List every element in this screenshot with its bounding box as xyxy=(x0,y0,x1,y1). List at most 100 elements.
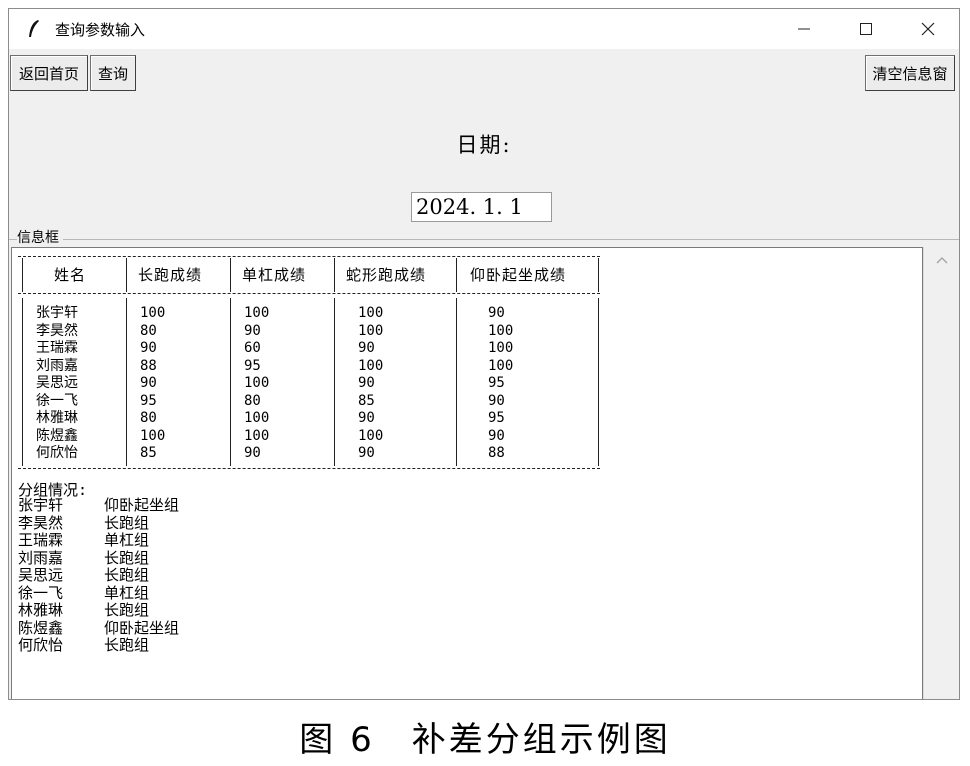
vertical-scrollbar[interactable] xyxy=(923,247,959,699)
grouping-group-name: 长跑组 xyxy=(104,513,150,532)
table-cell-score: 100 xyxy=(140,427,166,444)
table-cell-score: 90 xyxy=(244,445,261,461)
table-bottom-rule xyxy=(18,468,600,469)
info-frame-label: 信息框 xyxy=(17,227,63,247)
table-cell-score: 80 xyxy=(140,322,157,339)
table-cell-score: 100 xyxy=(358,357,384,374)
maximize-button[interactable] xyxy=(835,9,897,49)
close-button[interactable] xyxy=(897,9,959,49)
table-cell-name: 张宇轩 xyxy=(36,305,78,321)
info-text-area[interactable]: 姓名 长跑成绩 单杠成绩 蛇形跑成绩 仰卧起坐成绩 张宇轩 100 100 100 90… xyxy=(11,247,923,699)
grouping-group-name: 单杠组 xyxy=(104,583,150,602)
window-controls xyxy=(773,9,959,49)
table-cell-score: 90 xyxy=(140,340,157,356)
grouping-student-name: 张宇轩 xyxy=(18,496,64,514)
header-pull-up: 单杠成绩 xyxy=(242,266,307,284)
table-cell-score: 100 xyxy=(244,410,270,426)
table-cell-score: 100 xyxy=(488,357,514,374)
table-cell-score: 88 xyxy=(488,445,505,461)
table-cell-score: 90 xyxy=(358,340,375,356)
minimize-icon xyxy=(798,28,810,30)
column-separator xyxy=(126,258,127,292)
table-cell-score: 100 xyxy=(244,427,270,444)
minimize-button[interactable] xyxy=(773,9,835,49)
column-separator xyxy=(230,298,231,466)
table-cell-score: 90 xyxy=(358,375,375,391)
table-cell-score: 100 xyxy=(488,340,514,356)
table-cell-score: 80 xyxy=(140,410,157,426)
grouping-student-name: 刘雨嘉 xyxy=(18,548,64,567)
column-separator xyxy=(334,298,335,466)
column-separator xyxy=(598,298,599,466)
table-cell-score: 90 xyxy=(358,445,375,461)
table-cell-name: 刘雨嘉 xyxy=(36,357,78,374)
table-cell-score: 90 xyxy=(358,410,375,426)
grouping-group-name: 长跑组 xyxy=(104,548,150,567)
column-separator xyxy=(456,258,457,292)
info-frame-border xyxy=(9,239,959,240)
title-bar[interactable]: 查询参数输入 xyxy=(9,9,959,49)
chevron-up-icon[interactable] xyxy=(924,247,959,273)
table-cell-score: 60 xyxy=(244,340,261,356)
table-cell-score: 95 xyxy=(488,375,505,391)
grouping-student-name: 陈煜鑫 xyxy=(18,618,64,637)
header-zigzag-run: 蛇形跑成绩 xyxy=(346,266,427,284)
table-cell-score: 85 xyxy=(140,445,157,461)
query-button[interactable]: 查询 xyxy=(90,55,136,91)
date-input[interactable]: 2024. 1. 1 xyxy=(411,192,552,222)
date-label: 日期: xyxy=(456,133,512,157)
table-cell-score: 95 xyxy=(140,392,157,409)
table-cell-score: 100 xyxy=(358,427,384,444)
column-separator xyxy=(456,298,457,466)
grouping-group-name: 长跑组 xyxy=(104,636,150,654)
table-header-rule xyxy=(18,293,600,294)
table-top-rule xyxy=(18,256,600,257)
table-cell-score: 95 xyxy=(488,410,505,426)
table-cell-name: 李昊然 xyxy=(36,322,78,339)
table-cell-name: 徐一飞 xyxy=(36,392,78,409)
back-home-button[interactable]: 返回首页 xyxy=(10,55,88,91)
table-cell-score: 100 xyxy=(244,375,270,391)
column-separator xyxy=(22,298,23,466)
grouping-group-name: 仰卧起坐组 xyxy=(104,496,180,514)
window-title: 查询参数输入 xyxy=(55,20,146,39)
column-separator xyxy=(334,258,335,292)
table-cell-name: 何欣怡 xyxy=(36,445,78,461)
figure-caption: 图 6 补差分组示例图 xyxy=(299,720,671,760)
grouping-student-name: 林雅琳 xyxy=(18,601,64,619)
app-window: 查询参数输入 返回首页 查询 清空信息窗 日期: 2024. 1. 1 信息框 xyxy=(8,8,960,700)
column-separator xyxy=(230,258,231,292)
table-cell-score: 95 xyxy=(244,357,261,374)
grouping-student-name: 吴思远 xyxy=(18,566,64,584)
grouping-group-name: 长跑组 xyxy=(104,566,150,584)
table-cell-score: 90 xyxy=(488,392,505,409)
header-long-run: 长跑成绩 xyxy=(138,266,203,284)
table-cell-score: 100 xyxy=(244,305,270,321)
table-cell-score: 90 xyxy=(140,375,157,391)
grouping-group-name: 长跑组 xyxy=(104,601,150,619)
table-cell-name: 林雅琳 xyxy=(36,410,78,426)
table-cell-score: 100 xyxy=(358,322,384,339)
table-cell-name: 吴思远 xyxy=(36,375,78,391)
table-cell-score: 100 xyxy=(358,305,384,321)
grouping-student-name: 王瑞霖 xyxy=(18,531,64,549)
column-separator xyxy=(598,258,599,292)
grouping-student-name: 李昊然 xyxy=(18,513,64,532)
table-cell-score: 90 xyxy=(488,305,505,321)
grouping-group-name: 仰卧起坐组 xyxy=(104,618,180,637)
table-cell-score: 100 xyxy=(488,322,514,339)
table-cell-score: 88 xyxy=(140,357,157,374)
header-sit-up: 仰卧起坐成绩 xyxy=(470,266,567,284)
table-cell-name: 陈煜鑫 xyxy=(36,427,78,444)
column-separator xyxy=(22,258,23,292)
grouping-group-name: 单杠组 xyxy=(104,531,150,549)
clear-info-button[interactable]: 清空信息窗 xyxy=(865,55,955,91)
column-separator xyxy=(126,298,127,466)
table-cell-score: 80 xyxy=(244,392,261,409)
table-cell-score: 90 xyxy=(488,427,505,444)
table-cell-score: 90 xyxy=(244,322,261,339)
grouping-student-name: 徐一飞 xyxy=(18,583,64,602)
feather-icon xyxy=(23,18,45,40)
table-cell-score: 100 xyxy=(140,305,166,321)
maximize-icon xyxy=(860,23,872,35)
